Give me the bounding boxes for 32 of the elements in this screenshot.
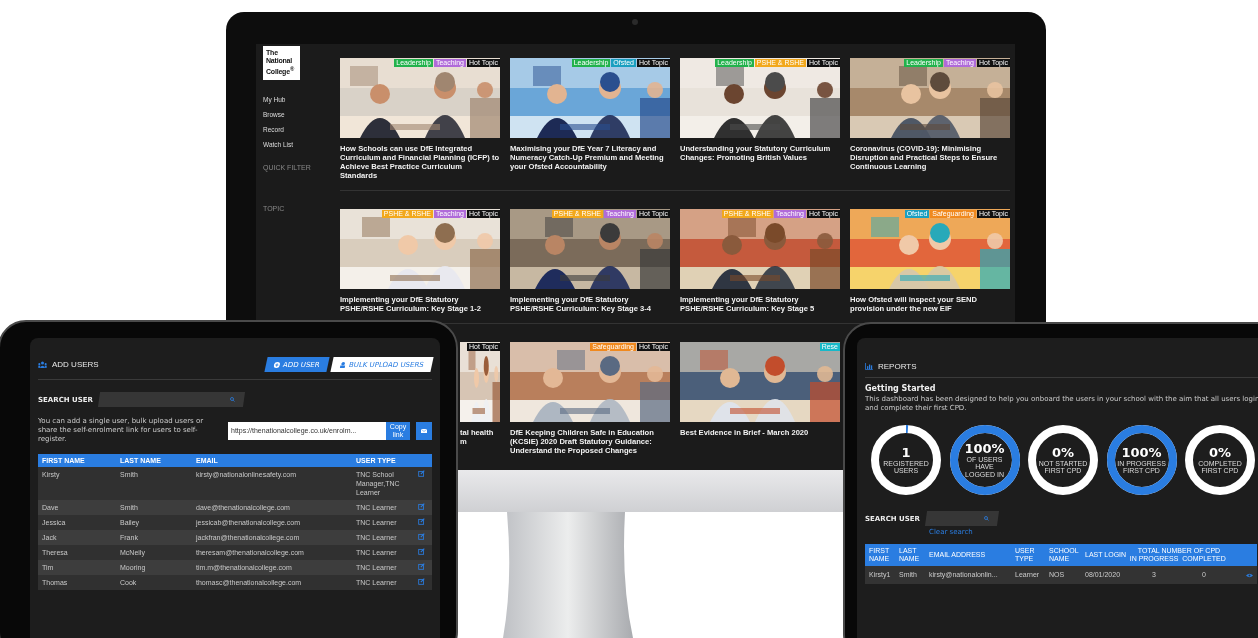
panel-title: REPORTS — [878, 362, 917, 371]
edit-icon[interactable] — [418, 548, 425, 555]
edit-icon[interactable] — [418, 578, 425, 585]
stat-value: 1 — [901, 445, 911, 460]
stat-value: 100% — [964, 441, 1005, 456]
edit-icon[interactable] — [418, 518, 425, 525]
search-icon — [229, 397, 235, 402]
progress-ring — [949, 425, 1020, 495]
mail-icon — [421, 428, 427, 433]
edit-icon[interactable] — [418, 470, 425, 477]
email-button[interactable] — [416, 421, 432, 440]
progress-ring — [871, 425, 941, 495]
eye-icon[interactable] — [1246, 572, 1253, 578]
section-heading: Getting Started — [865, 384, 937, 393]
stat-value: 0% — [1208, 445, 1232, 460]
progress-ring — [1185, 425, 1255, 495]
progress-ring — [1106, 425, 1177, 495]
panel-title: ADD USERS — [52, 359, 99, 369]
users-icon — [38, 360, 47, 368]
user-icon — [339, 361, 347, 367]
plus-circle-icon — [272, 361, 281, 367]
camera-icon — [632, 19, 638, 25]
search-field[interactable] — [97, 392, 245, 407]
edit-icon[interactable] — [418, 563, 425, 570]
stat-value: 0% — [1051, 445, 1075, 460]
edit-icon[interactable] — [418, 503, 425, 510]
progress-ring — [1028, 425, 1098, 495]
search-field[interactable] — [924, 511, 999, 526]
stat-value: 100% — [1121, 445, 1162, 460]
bar-chart-icon — [865, 363, 873, 370]
edit-icon[interactable] — [418, 533, 425, 540]
search-icon — [983, 516, 989, 521]
